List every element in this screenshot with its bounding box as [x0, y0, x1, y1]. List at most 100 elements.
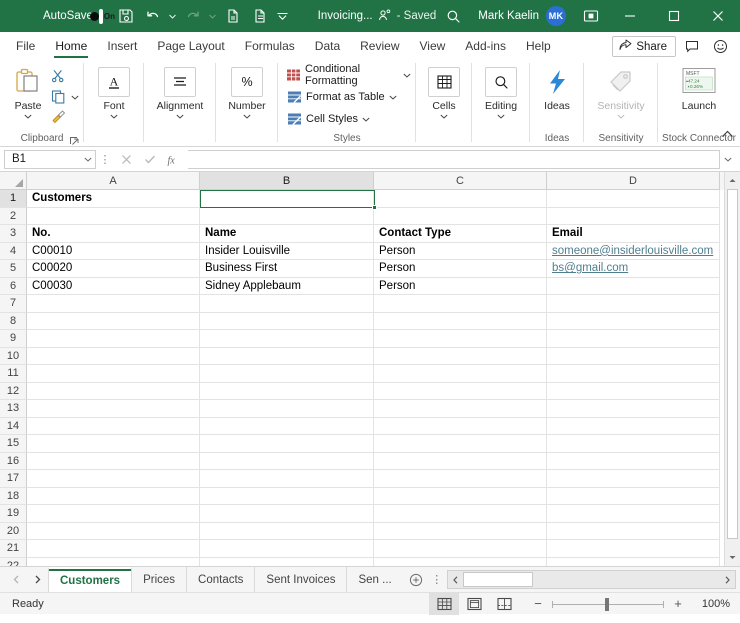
- zoom-in-button[interactable]: +: [671, 597, 685, 610]
- cell-A9[interactable]: [27, 330, 200, 348]
- page-layout-view-icon[interactable]: [459, 593, 489, 615]
- row-header-9[interactable]: 9: [0, 330, 27, 348]
- cell-C7[interactable]: [374, 295, 547, 313]
- cell-C4[interactable]: Person: [374, 242, 547, 260]
- comment-icon[interactable]: [680, 36, 704, 57]
- cell-D4[interactable]: someone@insiderlouisville.com: [547, 242, 720, 260]
- horizontal-scrollbar[interactable]: [446, 570, 736, 589]
- first-sheet-arrow-icon[interactable]: [6, 569, 26, 591]
- alignment-button[interactable]: Alignment: [149, 64, 211, 121]
- cell-D12[interactable]: [547, 382, 720, 400]
- vertical-scroll-track[interactable]: [725, 189, 740, 549]
- cell-D22[interactable]: [547, 557, 720, 566]
- column-header-a[interactable]: A: [27, 172, 200, 190]
- cell-D5[interactable]: bs@gmail.com: [547, 260, 720, 278]
- scroll-right-arrow-icon[interactable]: [720, 571, 735, 588]
- previous-sheet-arrow-icon[interactable]: [28, 569, 48, 591]
- row-header-4[interactable]: 4: [0, 242, 27, 260]
- row-header-15[interactable]: 15: [0, 435, 27, 453]
- cell-B18[interactable]: [200, 487, 374, 505]
- tab-home[interactable]: Home: [45, 35, 97, 59]
- tab-help[interactable]: Help: [516, 35, 561, 59]
- row-header-8[interactable]: 8: [0, 312, 27, 330]
- cell-A3[interactable]: No.: [27, 225, 200, 243]
- format-painter-icon[interactable]: [48, 107, 68, 125]
- cell-A13[interactable]: [27, 400, 200, 418]
- cell-D6[interactable]: [547, 277, 720, 295]
- formula-bar-options-ellipsis-icon[interactable]: ⋮: [96, 153, 114, 166]
- cell-A20[interactable]: [27, 522, 200, 540]
- cell-D3[interactable]: Email: [547, 225, 720, 243]
- cell-C15[interactable]: [374, 435, 547, 453]
- scroll-left-arrow-icon[interactable]: [447, 571, 463, 588]
- conditional-formatting-chevron-down-icon[interactable]: [403, 69, 411, 81]
- cell-D17[interactable]: [547, 470, 720, 488]
- cell-C18[interactable]: [374, 487, 547, 505]
- cell-B3[interactable]: Name: [200, 225, 374, 243]
- cell-C9[interactable]: [374, 330, 547, 348]
- horizontal-scroll-thumb[interactable]: [462, 572, 533, 587]
- cell-D14[interactable]: [547, 417, 720, 435]
- tab-insert[interactable]: Insert: [97, 35, 147, 59]
- cells-button[interactable]: Cells: [421, 64, 467, 121]
- cell-B13[interactable]: [200, 400, 374, 418]
- cell-B11[interactable]: [200, 365, 374, 383]
- cell-B20[interactable]: [200, 522, 374, 540]
- cell-A6[interactable]: C00030: [27, 277, 200, 295]
- row-header-16[interactable]: 16: [0, 452, 27, 470]
- row-header-19[interactable]: 19: [0, 505, 27, 523]
- page-break-preview-view-icon[interactable]: [489, 593, 519, 615]
- cell-A22[interactable]: [27, 557, 200, 566]
- cell-D2[interactable]: [547, 207, 720, 225]
- cell-D18[interactable]: [547, 487, 720, 505]
- cell-B2[interactable]: [200, 207, 374, 225]
- cell-B15[interactable]: [200, 435, 374, 453]
- cell-styles-button[interactable]: Cell Styles: [286, 109, 370, 129]
- launch-button[interactable]: MSFT 47.24 0.26% Launch: [667, 64, 731, 112]
- cell-D15[interactable]: [547, 435, 720, 453]
- account-button[interactable]: Mark Kaelin MK: [470, 0, 574, 32]
- insert-function-fx-icon[interactable]: fx: [162, 149, 186, 169]
- sheet-tab-sent-invoices[interactable]: Sent Invoices: [255, 567, 348, 592]
- alignment-chevron-down-icon[interactable]: [176, 113, 184, 121]
- tab-add-ins[interactable]: Add-ins: [455, 35, 516, 59]
- customize-quick-access-toolbar-icon[interactable]: [274, 3, 292, 29]
- paste-chevron-down-icon[interactable]: [24, 113, 32, 121]
- select-all-corner-button[interactable]: [0, 172, 27, 190]
- row-header-6[interactable]: 6: [0, 277, 27, 295]
- cell-A4[interactable]: C00010: [27, 242, 200, 260]
- cell-B8[interactable]: [200, 312, 374, 330]
- row-header-5[interactable]: 5: [0, 260, 27, 278]
- cell-B5[interactable]: Business First: [200, 260, 374, 278]
- cell-C3[interactable]: Contact Type: [374, 225, 547, 243]
- zoom-slider[interactable]: [552, 593, 664, 615]
- cell-D16[interactable]: [547, 452, 720, 470]
- redo-icon[interactable]: [180, 3, 206, 29]
- cell-B21[interactable]: [200, 540, 374, 558]
- font-chevron-down-icon[interactable]: [110, 113, 118, 121]
- copy-chevron-down-icon[interactable]: [71, 87, 79, 105]
- name-box-chevron-down-icon[interactable]: [84, 153, 92, 165]
- redo-dropdown-chevron-down-icon[interactable]: [207, 3, 219, 29]
- cell-D21[interactable]: [547, 540, 720, 558]
- cell-D7[interactable]: [547, 295, 720, 313]
- row-header-3[interactable]: 3: [0, 225, 27, 243]
- cell-A14[interactable]: [27, 417, 200, 435]
- conditional-formatting-button[interactable]: Conditional Formatting: [286, 63, 411, 87]
- column-header-d[interactable]: D: [547, 172, 720, 190]
- cell-A19[interactable]: [27, 505, 200, 523]
- zoom-level-label[interactable]: 100%: [696, 598, 730, 610]
- cell-C10[interactable]: [374, 347, 547, 365]
- scissors-cut-icon[interactable]: [48, 67, 68, 85]
- row-header-12[interactable]: 12: [0, 382, 27, 400]
- cell-B14[interactable]: [200, 417, 374, 435]
- cell-B1[interactable]: [200, 190, 374, 208]
- cell-C13[interactable]: [374, 400, 547, 418]
- cell-C12[interactable]: [374, 382, 547, 400]
- row-header-20[interactable]: 20: [0, 522, 27, 540]
- number-chevron-down-icon[interactable]: [243, 113, 251, 121]
- smiley-feedback-icon[interactable]: [708, 36, 732, 57]
- cell-A2[interactable]: [27, 207, 200, 225]
- row-header-2[interactable]: 2: [0, 207, 27, 225]
- row-header-18[interactable]: 18: [0, 487, 27, 505]
